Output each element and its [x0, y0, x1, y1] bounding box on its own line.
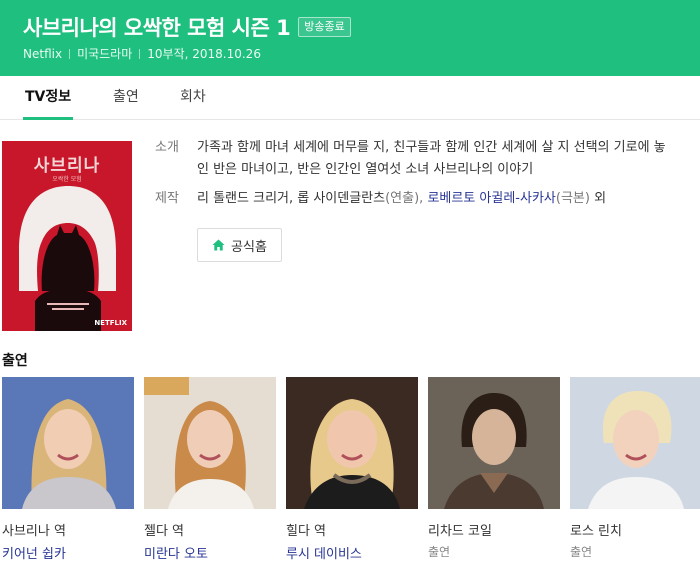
program-meta: Netflix 미국드라마 10부작, 2018.10.26	[23, 45, 261, 62]
netflix-logo: NETFLIX	[94, 319, 127, 327]
meta-genre: 미국드라마	[77, 47, 133, 61]
poster-subtitle: 오싹한 모험	[52, 176, 82, 183]
home-icon	[212, 239, 225, 251]
cast-card[interactable]: 사브리나 역 키어넌 쉽카	[2, 377, 134, 562]
cast-actor-link[interactable]: 키어넌 쉽카	[2, 543, 134, 562]
program-poster[interactable]: 사브리나 오싹한 모험 NETFLIX	[2, 141, 132, 331]
tab-bar: TV정보 출연 회차	[0, 76, 700, 120]
official-home-button[interactable]: 공식홈	[197, 228, 282, 262]
production-writer-role: (극본)	[555, 191, 590, 206]
production-director-role: (연출),	[385, 191, 424, 206]
cast-card[interactable]: 젤다 역 미란다 오토	[144, 377, 276, 562]
cast-actor-name[interactable]: 리차드 코일	[428, 520, 560, 539]
cast-role: 젤다 역	[144, 524, 185, 539]
cast-card[interactable]: 힐다 역 루시 데이비스	[286, 377, 418, 562]
cast-role: 출연	[428, 545, 451, 559]
production-more: 외	[594, 191, 607, 206]
production-text: 리 톨랜드 크리거, 롭 사이덴글란츠(연출), 로베르토 아귈레-사카사(극본…	[197, 188, 677, 210]
cast-list: 사브리나 역 키어넌 쉽카 젤다 역 미란다 오토 힐다 역 루시 데이비스 리…	[0, 377, 700, 567]
meta-divider	[69, 48, 71, 59]
cast-actor-link[interactable]: 루시 데이비스	[286, 543, 418, 562]
synopsis-label: 소개	[155, 140, 179, 155]
production-writer-link[interactable]: 로베르토 아귈레-사카사	[427, 191, 555, 206]
cast-photo[interactable]	[428, 377, 560, 509]
tab-cast[interactable]: 출연	[113, 76, 139, 120]
title-row: 사브리나의 오싹한 모험 시즌 1 방송종료	[23, 12, 351, 42]
meta-channel: Netflix	[23, 46, 63, 61]
production-director: 리 톨랜드 크리거, 롭 사이덴글란츠	[197, 191, 386, 206]
cast-card[interactable]: 로스 린치 출연	[570, 377, 700, 560]
tab-tv-info[interactable]: TV정보	[23, 76, 74, 120]
poster-title: 사브리나	[33, 156, 101, 176]
program-header: 사브리나의 오싹한 모험 시즌 1 방송종료 Netflix 미국드라마 10부…	[0, 0, 700, 76]
production-label: 제작	[155, 191, 179, 206]
meta-divider	[139, 48, 141, 59]
cast-photo[interactable]	[570, 377, 700, 509]
cast-role: 힐다 역	[286, 524, 327, 539]
synopsis-text: 가족과 함께 마녀 세계에 머무를 지, 친구들과 함께 인간 세계에 살 지 …	[197, 140, 666, 177]
cast-photo[interactable]	[144, 377, 276, 509]
meta-episodes-date: 10부작, 2018.10.26	[147, 47, 261, 61]
program-info: 소개 가족과 함께 마녀 세계에 머무를 지, 친구들과 함께 인간 세계에 살…	[155, 137, 695, 210]
cast-actor-link[interactable]: 미란다 오토	[144, 543, 276, 562]
cast-role: 사브리나 역	[2, 524, 66, 539]
cast-photo[interactable]	[286, 377, 418, 509]
status-badge: 방송종료	[298, 17, 351, 37]
tab-episodes[interactable]: 회차	[180, 76, 206, 120]
cast-photo[interactable]	[2, 377, 134, 509]
official-home-label: 공식홈	[231, 239, 267, 255]
cast-card[interactable]: 리차드 코일 출연	[428, 377, 560, 560]
cast-role: 출연	[570, 545, 593, 559]
cast-heading: 출연	[2, 353, 28, 369]
synopsis-row: 소개 가족과 함께 마녀 세계에 머무를 지, 친구들과 함께 인간 세계에 살…	[155, 137, 695, 181]
production-row: 제작 리 톨랜드 크리거, 롭 사이덴글란츠(연출), 로베르토 아귈레-사카사…	[155, 188, 695, 210]
program-title[interactable]: 사브리나의 오싹한 모험 시즌 1	[23, 12, 291, 42]
cast-actor-name[interactable]: 로스 린치	[570, 520, 700, 539]
